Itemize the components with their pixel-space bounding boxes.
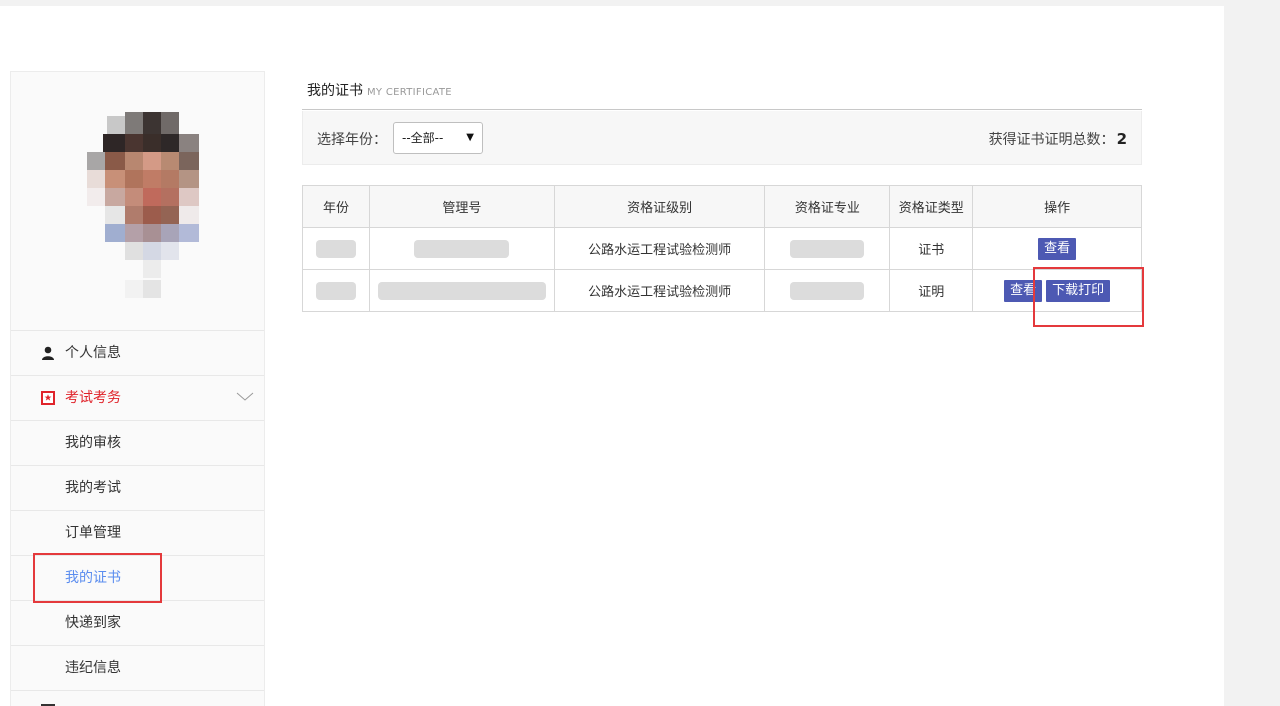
page-title-text: 我的证书 (307, 83, 363, 99)
cell-level: 公路水运工程试验检测师 (553, 269, 766, 312)
table-row: 公路水运工程试验检测师 证明 查看 下载打印 (302, 269, 1142, 312)
table-row: 公路水运工程试验检测师 证书 查看 (302, 227, 1142, 270)
column-header: 资格证专业 (764, 185, 891, 228)
user-icon (42, 346, 54, 360)
cell-year (302, 227, 370, 270)
sidebar-item-personal-info[interactable]: 个人信息 (11, 331, 264, 376)
sidebar-subitem-my-exam[interactable]: 我的考试 (11, 466, 264, 511)
certificate-count: 获得证书证明总数： 2 (989, 129, 1127, 149)
cell-specialty (764, 269, 891, 312)
sidebar-subitem-label: 违纪信息 (65, 660, 121, 676)
sidebar-item-more[interactable] (11, 691, 264, 706)
page: 个人信息 考试考务 我的审核 我的考试 订单管理 我的证书 快递到家 违纪信息 … (0, 0, 1224, 706)
top-strip (0, 0, 1224, 6)
view-button[interactable]: 查看 (1038, 237, 1077, 260)
avatar-area (11, 72, 264, 331)
avatar (73, 106, 203, 302)
sidebar: 个人信息 考试考务 我的审核 我的考试 订单管理 我的证书 快递到家 违纪信息 (10, 71, 265, 706)
certificate-count-label: 获得证书证明总数： (988, 132, 1115, 148)
page-title-en: MY CERTIFICATE (367, 87, 452, 98)
sidebar-item-exam-affairs[interactable]: 考试考务 (11, 376, 264, 421)
redacted-year (315, 281, 356, 300)
cell-specialty (764, 227, 891, 270)
sidebar-item-label: 个人信息 (65, 345, 121, 361)
year-filter-label: 选择年份： (317, 132, 387, 148)
redacted-specialty (790, 281, 865, 300)
page-title: 我的证书 MY CERTIFICATE (307, 80, 452, 100)
cell-actions: 查看 (972, 227, 1142, 270)
cell-management-no (368, 227, 555, 270)
year-select[interactable]: --全部-- ▼ (393, 122, 483, 154)
redacted-management-no (414, 239, 510, 258)
redacted-management-no (377, 281, 546, 300)
certificate-table: 年份 管理号 资格证级别 资格证专业 资格证类型 操作 公路水运工程试验检测师 … (302, 185, 1142, 312)
sidebar-subitem-violation-info[interactable]: 违纪信息 (11, 646, 264, 691)
column-header: 管理号 (368, 185, 555, 228)
table-header-row: 年份 管理号 资格证级别 资格证专业 资格证类型 操作 (302, 185, 1142, 228)
dropdown-arrow-icon: ▼ (466, 132, 474, 143)
sidebar-subitem-label: 快递到家 (65, 615, 121, 631)
highlight-box-my-certificate (33, 553, 162, 603)
sidebar-subitem-express-delivery[interactable]: 快递到家 (11, 601, 264, 646)
sidebar-subitem-label: 我的考试 (65, 480, 121, 496)
cell-level: 公路水运工程试验检测师 (553, 227, 766, 270)
column-header: 资格证类型 (889, 185, 974, 228)
column-header: 年份 (302, 185, 370, 228)
cell-type: 证明 (889, 269, 974, 312)
certificate-count-value: 2 (1116, 130, 1127, 148)
redacted-year (315, 239, 356, 258)
year-select-value: --全部-- (402, 131, 444, 145)
title-divider (302, 109, 1142, 110)
sidebar-subitem-order-management[interactable]: 订单管理 (11, 511, 264, 556)
redacted-specialty (790, 239, 865, 258)
column-header: 操作 (972, 185, 1142, 228)
sidebar-item-label: 考试考务 (65, 390, 121, 406)
exam-icon (41, 391, 55, 405)
chevron-down-icon[interactable] (236, 388, 254, 406)
cell-year (302, 269, 370, 312)
column-header: 资格证级别 (553, 185, 766, 228)
sidebar-subitem-label: 订单管理 (65, 525, 121, 541)
sidebar-subitem-label: 我的审核 (65, 435, 121, 451)
highlight-box-download-print (1033, 267, 1144, 327)
sidebar-subitem-my-review[interactable]: 我的审核 (11, 421, 264, 466)
cell-type: 证书 (889, 227, 974, 270)
cell-management-no (368, 269, 555, 312)
filter-bar: 选择年份： --全部-- ▼ 获得证书证明总数： 2 (302, 111, 1142, 165)
